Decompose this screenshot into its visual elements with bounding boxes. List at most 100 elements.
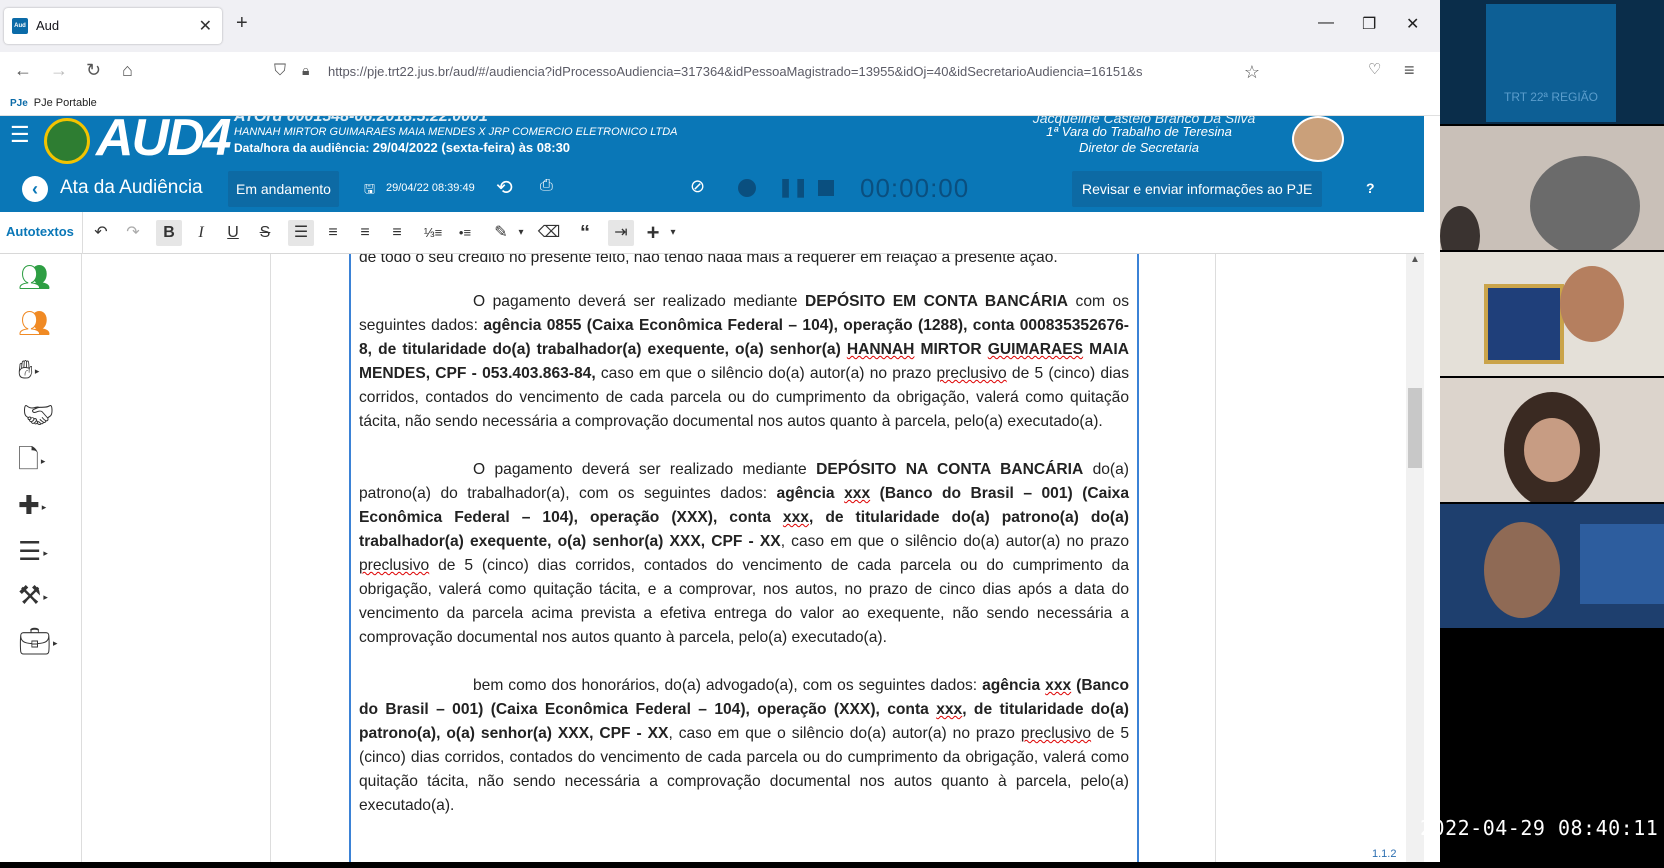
bookmark-star-icon[interactable]: ☆	[1244, 62, 1260, 83]
history-icon[interactable]: ⟲	[496, 175, 513, 200]
url-text[interactable]: https://pje.trt22.jus.br/aud/#/audiencia…	[328, 64, 1208, 79]
hamburger-menu-icon[interactable]: ≡	[1404, 60, 1415, 81]
medical-kit-icon[interactable]: ✚ ▸	[18, 490, 46, 522]
text: caso em que o silêncio do(a) autor(a) no…	[595, 365, 937, 382]
text: agência	[776, 485, 845, 502]
address-bar[interactable]: ⛉ 🔒︎ https://pje.trt22.jus.br/aud/#/audi…	[270, 56, 1270, 88]
painting-image	[1580, 524, 1664, 604]
redo-icon[interactable]: ↷	[120, 220, 146, 246]
participant-image	[1440, 206, 1480, 250]
undo-icon[interactable]: ↶	[88, 220, 114, 246]
avatar[interactable]	[1292, 116, 1344, 162]
browser-tab[interactable]: Aud Aud ✕	[4, 8, 222, 44]
stop-icon[interactable]	[818, 180, 834, 196]
menu-icon[interactable]: ☰	[10, 122, 30, 148]
autotextos-sidebar: 👥︎ 👥︎ ✋︎ ▸ 🤝︎ 🗋 ▸ ✚ ▸ ☰ ▸ ⚒︎ ▸ 💼︎ ▸	[0, 254, 82, 862]
lock-icon[interactable]: 🔒︎	[302, 62, 309, 79]
bold-icon[interactable]: B	[156, 220, 182, 246]
text: , caso em que o silêncio do(a) autor(a) …	[780, 533, 1129, 550]
strikethrough-icon[interactable]: S	[252, 220, 278, 246]
pause-icon[interactable]: ❚❚	[778, 177, 808, 198]
bullet-list-icon[interactable]: •≡	[452, 220, 478, 246]
record-icon[interactable]	[738, 179, 756, 197]
document-page: de todo o seu crédito no presente feito,…	[270, 254, 1216, 862]
misspelled-word: xxx	[844, 485, 871, 502]
list-icon[interactable]: ☰ ▸	[18, 536, 48, 568]
browser-window: Aud Aud ✕ + — ❐ ✕ ← → ↻ ⌂ ⛉ 🔒︎ https://p…	[0, 0, 1440, 862]
page-title: Ata da Audiência	[60, 177, 203, 198]
text: O pagamento deverá ser realizado mediant…	[473, 293, 805, 310]
hand-icon[interactable]: ✋︎ ▸	[18, 354, 39, 386]
italic-icon[interactable]: I	[188, 220, 214, 246]
group-green-icon[interactable]: 👥︎	[18, 262, 51, 292]
document-body[interactable]: de todo o seu crédito no presente feito,…	[349, 254, 1139, 862]
text: , caso em que o silêncio do(a) autor(a) …	[668, 725, 1021, 742]
text-bold: DEPÓSITO NA CONTA BANCÁRIA	[816, 461, 1084, 478]
scrollbar-thumb[interactable]	[1408, 388, 1422, 468]
indent-icon[interactable]: ⇥	[608, 220, 634, 246]
video-panel: TRT 22ª REGIÃO	[1440, 0, 1664, 868]
hearing-date: Data/hora da audiência: 29/04/2022 (sext…	[234, 140, 570, 155]
participant-image	[1524, 418, 1580, 482]
text: MIRTOR	[914, 341, 988, 358]
close-tab-icon[interactable]: ✕	[199, 16, 212, 36]
reload-icon[interactable]: ↻	[86, 60, 101, 81]
minimize-icon[interactable]: —	[1318, 14, 1334, 32]
new-tab-button[interactable]: +	[236, 12, 248, 35]
toolbar-divider	[82, 212, 83, 254]
blockquote-icon[interactable]: “	[572, 220, 598, 246]
app-version: 1.1.2	[1372, 848, 1397, 860]
user-role: Diretor de Secretaria	[1079, 140, 1199, 155]
home-icon[interactable]: ⌂	[122, 60, 133, 81]
bookmark-pje-portable[interactable]: PJe PJe Portable	[10, 97, 97, 109]
video-tile-participant-1	[1440, 126, 1664, 250]
close-window-icon[interactable]: ✕	[1406, 14, 1419, 34]
paragraph-1[interactable]: O pagamento deverá ser realizado mediant…	[359, 290, 1129, 434]
align-center-icon[interactable]: ≡	[320, 220, 346, 246]
tab-bar: Aud Aud ✕ + — ❐ ✕	[0, 0, 1440, 52]
paragraph-3[interactable]: bem como dos honorários, do(a) advogado(…	[359, 674, 1129, 818]
back-arrow-icon[interactable]: ←	[14, 60, 32, 81]
last-saved-time: 29/04/22 08:39:49	[386, 182, 475, 194]
print-icon[interactable]: ⎙	[540, 177, 553, 195]
recording-timestamp: 2022-04-29 08:40:11	[1420, 816, 1659, 840]
text: bem como dos honorários, do(a) advogado(…	[473, 677, 983, 694]
scroll-up-icon[interactable]: ▲	[1410, 254, 1420, 265]
paragraph-0[interactable]: de todo o seu crédito no presente feito,…	[359, 254, 1129, 270]
help-icon[interactable]: ?	[1366, 180, 1375, 196]
misspelled-word: HANNAH	[846, 341, 915, 358]
misspelled-word: preclusivo	[359, 557, 430, 574]
pocket-icon[interactable]: ♡	[1368, 60, 1381, 78]
briefcase-icon[interactable]: 💼︎ ▸	[18, 626, 58, 658]
document-icon[interactable]: 🗋 ▸	[18, 444, 45, 476]
eraser-icon[interactable]: ⌫	[536, 220, 562, 246]
forward-arrow-icon[interactable]: →	[50, 60, 68, 81]
underline-icon[interactable]: U	[220, 220, 246, 246]
align-left-icon[interactable]: ≡	[352, 220, 378, 246]
recording-timer: 00:00:00	[860, 173, 970, 203]
align-right-icon[interactable]: ≡	[384, 220, 410, 246]
autotextos-label[interactable]: Autotextos	[6, 224, 74, 239]
participant-image	[1484, 522, 1560, 618]
group-orange-icon[interactable]: 👥︎	[18, 308, 51, 338]
review-send-pje-button[interactable]: Revisar e enviar informações ao PJE	[1072, 171, 1323, 207]
restore-icon[interactable]: ❐	[1362, 14, 1376, 34]
align-justify-icon[interactable]: ☰	[288, 220, 314, 246]
camera-off-icon[interactable]: ⊘	[690, 176, 705, 197]
gavel-icon[interactable]: ⚒︎ ▸	[18, 580, 48, 612]
chevron-down-icon[interactable]: ▾	[660, 220, 686, 246]
tab-title: Aud	[36, 18, 60, 33]
ordered-list-icon[interactable]: ⅓≡	[420, 220, 446, 246]
brazil-emblem-icon	[44, 118, 90, 164]
scrollbar[interactable]: ▲	[1406, 254, 1424, 862]
shield-icon[interactable]: ⛉	[274, 62, 286, 80]
participant-image	[1530, 156, 1640, 250]
text: de 5 (cinco) dias corridos, contados do …	[359, 557, 1129, 646]
paragraph-2[interactable]: O pagamento deverá ser realizado mediant…	[359, 458, 1129, 650]
misspelled-word: preclusivo	[1020, 725, 1092, 742]
case-parties: HANNAH MIRTOR GUIMARAES MAIA MENDES X JR…	[234, 126, 678, 138]
handshake-icon[interactable]: 🤝︎	[22, 400, 55, 430]
back-circle-icon[interactable]: ‹	[22, 176, 48, 202]
save-icon[interactable]: 🖫	[364, 180, 375, 202]
chevron-down-icon[interactable]: ▾	[508, 220, 534, 246]
